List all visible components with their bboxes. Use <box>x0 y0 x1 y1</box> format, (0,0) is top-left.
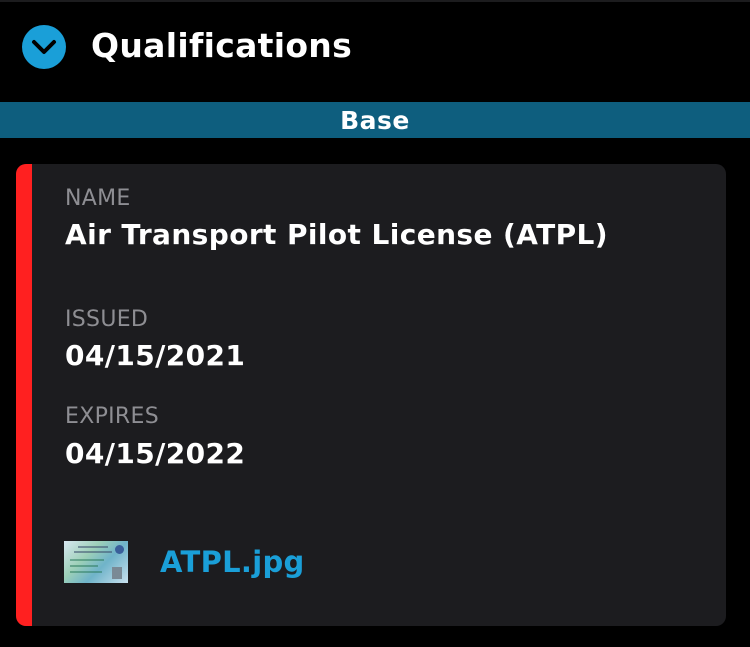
issued-value: 04/15/2021 <box>65 339 246 372</box>
name-value: Air Transport Pilot License (ATPL) <box>65 218 608 251</box>
group-header-bar: Base <box>0 102 750 138</box>
status-indicator <box>16 164 32 626</box>
section-title: Qualifications <box>91 26 353 65</box>
license-image-thumbnail[interactable] <box>64 541 128 583</box>
qualification-card[interactable]: NAME Air Transport Pilot License (ATPL) … <box>16 164 726 626</box>
expires-value: 04/15/2022 <box>65 437 246 470</box>
name-label: NAME <box>65 186 131 211</box>
chevron-down-icon[interactable] <box>22 25 66 69</box>
expires-label: EXPIRES <box>65 404 159 429</box>
issued-label: ISSUED <box>65 307 149 332</box>
attachment-link[interactable]: ATPL.jpg <box>64 541 305 583</box>
qualifications-header[interactable]: Qualifications <box>0 2 750 101</box>
group-title: Base <box>340 105 410 135</box>
attachment-filename[interactable]: ATPL.jpg <box>160 545 305 579</box>
